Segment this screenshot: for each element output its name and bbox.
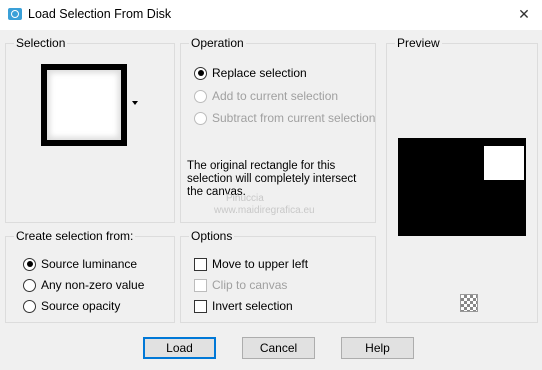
help-button[interactable]: Help: [341, 337, 414, 359]
preview-group: Preview: [386, 36, 538, 323]
window-title: Load Selection From Disk: [28, 7, 172, 21]
move-to-upper-left-label: Move to upper left: [212, 257, 309, 271]
selection-group-label: Selection: [14, 36, 68, 50]
create-selection-group: Create selection from: Source luminance …: [5, 229, 175, 323]
subtract-selection-radio[interactable]: Subtract from current selection: [194, 111, 375, 125]
cancel-button[interactable]: Cancel: [242, 337, 315, 359]
checkerboard-icon[interactable]: [460, 294, 478, 312]
radio-indicator[interactable]: [194, 111, 207, 125]
any-non-zero-label: Any non-zero value: [41, 278, 145, 292]
move-to-upper-left-checkbox[interactable]: Move to upper left: [194, 257, 308, 271]
selection-thumbnail[interactable]: [41, 64, 127, 146]
preview-group-label: Preview: [395, 36, 442, 50]
replace-selection-label: Replace selection: [212, 66, 307, 80]
invert-selection-label: Invert selection: [212, 299, 293, 313]
add-to-selection-label: Add to current selection: [212, 89, 339, 103]
source-opacity-label: Source opacity: [41, 299, 121, 313]
close-button[interactable]: ✕: [514, 4, 534, 24]
operation-info-text: The original rectangle for this selectio…: [187, 160, 357, 198]
radio-indicator[interactable]: [23, 278, 36, 292]
radio-indicator[interactable]: [194, 89, 207, 103]
preview-canvas: [398, 138, 526, 236]
radio-indicator[interactable]: [23, 299, 36, 313]
add-to-selection-radio[interactable]: Add to current selection: [194, 89, 338, 103]
source-luminance-label: Source luminance: [41, 257, 138, 271]
replace-selection-radio[interactable]: Replace selection: [194, 66, 307, 80]
create-selection-group-label: Create selection from:: [14, 229, 136, 243]
radio-indicator[interactable]: [23, 257, 36, 271]
app-icon: [8, 8, 22, 20]
checkbox-indicator[interactable]: [194, 257, 207, 271]
source-opacity-radio[interactable]: Source opacity: [23, 299, 120, 313]
subtract-selection-label: Subtract from current selection: [212, 111, 376, 125]
preview-selection-rect: [484, 146, 524, 180]
clip-to-canvas-label: Clip to canvas: [212, 278, 288, 292]
checkbox-indicator[interactable]: [194, 278, 207, 292]
load-button[interactable]: Load: [143, 337, 216, 359]
clip-to-canvas-checkbox[interactable]: Clip to canvas: [194, 278, 287, 292]
operation-group: Operation Replace selection Add to curre…: [180, 36, 376, 223]
source-luminance-radio[interactable]: Source luminance: [23, 257, 137, 271]
radio-indicator[interactable]: [194, 66, 207, 80]
operation-group-label: Operation: [189, 36, 246, 50]
options-group-label: Options: [189, 229, 235, 243]
options-group: Options Move to upper left Clip to canva…: [180, 229, 376, 323]
any-non-zero-radio[interactable]: Any non-zero value: [23, 278, 144, 292]
title-bar: Load Selection From Disk ✕: [0, 0, 542, 30]
invert-selection-checkbox[interactable]: Invert selection: [194, 299, 293, 313]
checkbox-indicator[interactable]: [194, 299, 207, 313]
dropdown-arrow-icon[interactable]: [132, 101, 138, 105]
selection-group: Selection: [5, 36, 175, 223]
